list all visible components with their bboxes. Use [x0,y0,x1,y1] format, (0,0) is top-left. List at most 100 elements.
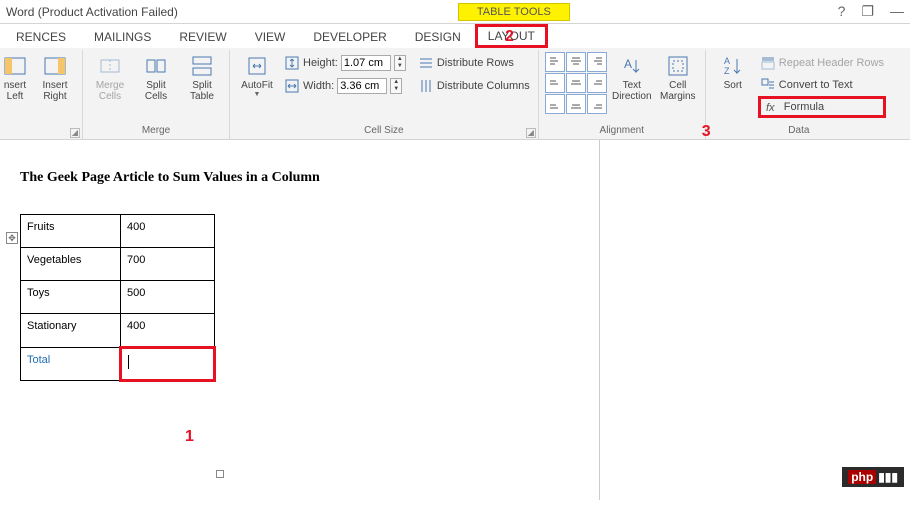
width-icon [284,78,300,94]
table-row: Vegetables700 [21,248,215,281]
annotation-3: 3 [702,123,711,141]
insert-left-icon [3,54,27,78]
cell-value[interactable]: 400 [121,215,215,248]
ribbon-tabs: RENCES MAILINGS REVIEW VIEW DEVELOPER DE… [0,24,910,48]
insert-left-label: nsertLeft [4,80,26,102]
document-area: The Geek Page Article to Sum Values in a… [0,140,910,500]
height-label: Height: [303,57,338,69]
height-input[interactable] [341,55,391,71]
split-table-icon [190,54,214,78]
cell-label[interactable]: Toys [21,281,121,314]
tab-references[interactable]: RENCES [2,26,80,48]
distribute-cols-icon [418,78,434,94]
svg-text:A: A [724,56,730,66]
row-height-control[interactable]: Height: ▲▼ [282,52,408,74]
table-row: Stationary400 [21,314,215,348]
split-cells-label: SplitCells [145,80,167,102]
formula-button[interactable]: fx Formula [758,96,886,118]
cell-margins-button[interactable]: CellMargins [657,52,699,124]
svg-text:fx: fx [766,102,775,114]
column-width-control[interactable]: Width: ▲▼ [282,75,408,97]
tab-mailings[interactable]: MAILINGS [80,26,165,48]
cell-size-launcher-icon[interactable]: ◢ [526,128,536,138]
watermark-brand: php [848,470,876,484]
cell-label[interactable]: Stationary [21,314,121,348]
convert-to-text-button[interactable]: Convert to Text [758,74,886,96]
document-table[interactable]: Fruits400 Vegetables700 Toys500 Stationa… [20,214,216,382]
height-icon [284,55,300,71]
alignment-grid [545,52,607,124]
table-row-total: Total [21,348,215,381]
merge-cells-label: MergeCells [96,80,124,102]
svg-text:A: A [624,57,632,71]
total-label-cell[interactable]: Total [21,348,121,381]
width-input[interactable] [337,78,387,94]
group-alignment: A TextDirection CellMargins Alignment [539,50,706,139]
distribute-rows-button[interactable]: Distribute Rows [416,52,532,74]
table-row: Toys500 [21,281,215,314]
total-value-cell[interactable] [121,348,215,381]
merge-cells-icon [98,54,122,78]
formula-icon: fx [765,99,781,115]
tab-review[interactable]: REVIEW [165,26,240,48]
table-resize-handle-icon[interactable] [216,470,224,478]
cell-value[interactable]: 700 [121,248,215,281]
align-top-right-button[interactable] [587,52,607,72]
tab-developer[interactable]: DEVELOPER [299,26,400,48]
align-mid-center-button[interactable] [566,73,586,93]
autofit-icon [245,54,269,78]
table-row: Fruits400 [21,215,215,248]
formula-label: Formula [784,101,824,113]
cell-label[interactable]: Fruits [21,215,121,248]
rows-cols-launcher-icon[interactable]: ◢ [70,128,80,138]
chevron-down-icon: ▼ [254,91,261,98]
align-bot-right-button[interactable] [587,94,607,114]
insert-left-button[interactable]: nsertLeft [0,52,30,124]
convert-text-icon [760,77,776,93]
align-bot-left-button[interactable] [545,94,565,114]
sort-button[interactable]: AZ Sort [712,52,754,124]
window-controls: ? ❐ — [838,3,904,20]
table-anchor-icon[interactable]: ✥ [6,232,18,244]
autofit-button[interactable]: AutoFit ▼ [236,52,278,124]
align-mid-right-button[interactable] [587,73,607,93]
repeat-header-label: Repeat Header Rows [779,57,884,69]
tab-design[interactable]: DESIGN [401,26,475,48]
distribute-cols-label: Distribute Columns [437,80,530,92]
text-direction-label: TextDirection [612,80,651,102]
page[interactable]: The Geek Page Article to Sum Values in a… [0,140,600,500]
page-heading: The Geek Page Article to Sum Values in a… [20,170,579,186]
distribute-columns-button[interactable]: Distribute Columns [416,75,532,97]
split-cells-button[interactable]: SplitCells [135,52,177,124]
text-direction-button[interactable]: A TextDirection [611,52,653,124]
cell-value[interactable]: 400 [121,314,215,348]
insert-right-button[interactable]: InsertRight [34,52,76,124]
merge-cells-button: MergeCells [89,52,131,124]
restore-icon[interactable]: ❐ [861,3,874,20]
repeat-header-rows-button: Repeat Header Rows [758,52,886,74]
titlebar: Word (Product Activation Failed) TABLE T… [0,0,910,24]
align-mid-left-button[interactable] [545,73,565,93]
group-merge: MergeCells SplitCells SplitTable Merge [83,50,230,139]
cell-value[interactable]: 500 [121,281,215,314]
cell-label[interactable]: Vegetables [21,248,121,281]
align-top-left-button[interactable] [545,52,565,72]
cell-margins-label: CellMargins [660,80,696,102]
insert-right-label: InsertRight [42,80,67,102]
sort-icon: AZ [721,54,745,78]
align-bot-center-button[interactable] [566,94,586,114]
align-top-center-button[interactable] [566,52,586,72]
split-table-button[interactable]: SplitTable [181,52,223,124]
autofit-label: AutoFit [241,80,273,91]
cell-margins-icon [666,54,690,78]
height-spinner[interactable]: ▲▼ [394,55,406,71]
cell-size-group-label: Cell Size [236,124,532,137]
data-group-label: Data [712,124,886,137]
watermark: php ▮▮▮ [842,467,904,487]
convert-text-label: Convert to Text [779,79,853,91]
tab-view[interactable]: VIEW [241,26,300,48]
help-icon[interactable]: ? [838,3,846,20]
width-spinner[interactable]: ▲▼ [390,78,402,94]
table-tools-tab[interactable]: TABLE TOOLS [458,3,570,21]
minimize-icon[interactable]: — [890,3,904,20]
